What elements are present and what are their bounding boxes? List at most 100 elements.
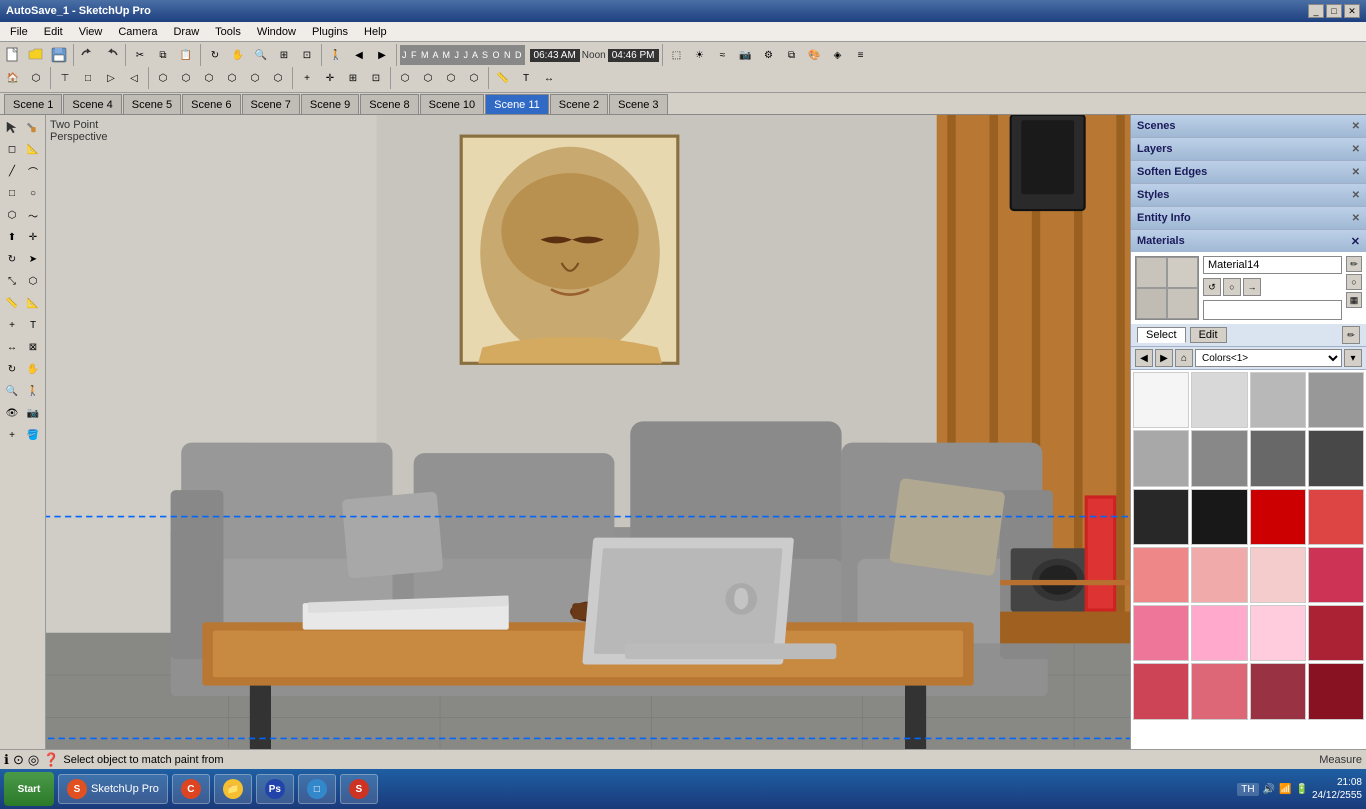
cut-btn[interactable]: ✂ [129, 44, 151, 66]
orbit-tool[interactable]: ↻ [2, 359, 22, 379]
styles-header[interactable]: Styles ✕ [1131, 184, 1366, 206]
components-btn[interactable]: ⧉ [781, 44, 803, 66]
dynamic-btn[interactable]: ⬡ [417, 67, 439, 89]
paint-bucket2[interactable]: 🪣 [23, 425, 43, 445]
tab-scene11[interactable]: Scene 11 [485, 94, 549, 114]
copy-btn[interactable]: ⧉ [152, 44, 174, 66]
pan-tool[interactable]: ✋ [23, 359, 43, 379]
color-swatch[interactable] [1191, 547, 1247, 603]
materials-btn[interactable]: 🎨 [804, 44, 826, 66]
taskbar-photoshop[interactable]: Ps [256, 774, 294, 804]
color-swatch[interactable] [1308, 547, 1364, 603]
color-swatch[interactable] [1250, 430, 1306, 486]
materials-header[interactable]: Materials ✕ [1131, 230, 1366, 252]
color-swatch[interactable] [1250, 547, 1306, 603]
layers-close[interactable]: ✕ [1352, 144, 1360, 155]
taskbar-explorer[interactable]: 📁 [214, 774, 252, 804]
zoom-btn[interactable]: 🔍 [250, 44, 272, 66]
new-btn[interactable] [2, 44, 24, 66]
taskbar-chrome[interactable]: C [172, 774, 210, 804]
guides-btn[interactable]: ✛ [319, 67, 341, 89]
color-swatch[interactable] [1250, 489, 1306, 545]
circle-tool[interactable]: ○ [23, 183, 43, 203]
tab-scene2[interactable]: Scene 2 [550, 94, 608, 114]
look-around[interactable]: 👁 [2, 403, 22, 423]
tab-scene10[interactable]: Scene 10 [420, 94, 484, 114]
undo-btn[interactable] [77, 44, 99, 66]
sandbox-btn[interactable]: ⬡ [394, 67, 416, 89]
axes-btn[interactable]: + [296, 67, 318, 89]
color-swatch[interactable] [1133, 663, 1189, 719]
mat-sphere-view[interactable]: ○ [1346, 274, 1362, 290]
axis-tool[interactable]: + [2, 315, 22, 335]
mat-reload-btn[interactable]: ↺ [1203, 278, 1221, 296]
entity-info-close[interactable]: ✕ [1352, 213, 1360, 224]
tab-scene4[interactable]: Scene 4 [63, 94, 121, 114]
mat-sphere-btn[interactable]: ○ [1223, 278, 1241, 296]
shadow-btn[interactable]: ☀ [689, 44, 711, 66]
front-btn[interactable]: □ [77, 67, 99, 89]
color-swatch[interactable] [1133, 372, 1189, 428]
materials-dropdown[interactable]: Colors<1> [1195, 349, 1342, 367]
text-tool[interactable]: T [23, 315, 43, 335]
tab-scene9[interactable]: Scene 9 [301, 94, 359, 114]
select-tool[interactable] [2, 117, 22, 137]
minimize-btn[interactable]: _ [1308, 4, 1324, 18]
settings-btn[interactable]: ⚙ [758, 44, 780, 66]
paint-tool[interactable] [23, 117, 43, 137]
section-cuts-btn[interactable]: ⊡ [365, 67, 387, 89]
match-photo[interactable]: 📷 [735, 44, 757, 66]
freehand-tool[interactable]: 〜 [23, 205, 43, 225]
color-swatch[interactable] [1308, 430, 1364, 486]
mat-dropper[interactable]: ✏ [1342, 326, 1360, 344]
mat-arrow-btn[interactable]: → [1243, 278, 1261, 296]
menu-draw[interactable]: Draw [165, 24, 207, 40]
wire-btn[interactable]: ⬡ [175, 67, 197, 89]
mat-texture-btn[interactable]: ▦ [1346, 292, 1362, 308]
color-swatch[interactable] [1191, 605, 1247, 661]
position-cam[interactable]: 📷 [23, 403, 43, 423]
tab-scene5[interactable]: Scene 5 [123, 94, 181, 114]
push-pull-tool[interactable]: ⬆ [2, 227, 22, 247]
color-swatch[interactable] [1133, 547, 1189, 603]
next-scene[interactable]: ▶ [371, 44, 393, 66]
scenes-close[interactable]: ✕ [1352, 121, 1360, 132]
color-swatch[interactable] [1308, 605, 1364, 661]
color-swatch[interactable] [1133, 489, 1189, 545]
taskbar-item4[interactable]: □ [298, 774, 336, 804]
walk-tool-btn[interactable]: 🚶 [23, 381, 43, 401]
color-swatch[interactable] [1133, 605, 1189, 661]
top-btn[interactable]: ⊤ [54, 67, 76, 89]
entity-info-header[interactable]: Entity Info ✕ [1131, 207, 1366, 229]
textured-btn[interactable]: ⬡ [244, 67, 266, 89]
offset-tool[interactable]: ⬡ [23, 271, 43, 291]
shaded-btn[interactable]: ⬡ [221, 67, 243, 89]
scale-tool[interactable]: ⤡ [2, 271, 22, 291]
color-swatch[interactable] [1308, 489, 1364, 545]
polygon-tool[interactable]: ⬡ [2, 205, 22, 225]
maximize-btn[interactable]: □ [1326, 4, 1342, 18]
start-button[interactable]: Start [4, 772, 54, 806]
nav-back-btn[interactable]: ◀ [1135, 349, 1153, 367]
edit-btn[interactable]: Edit [1190, 327, 1227, 343]
menu-camera[interactable]: Camera [110, 24, 165, 40]
zoom-fit-btn[interactable]: ⊡ [296, 44, 318, 66]
layers-header[interactable]: Layers ✕ [1131, 138, 1366, 160]
sandbox2-btn[interactable]: ⬡ [440, 67, 462, 89]
nav-more-btn[interactable]: ▾ [1344, 349, 1362, 367]
color-swatch[interactable] [1191, 372, 1247, 428]
rect-tool[interactable]: □ [2, 183, 22, 203]
eraser-tool[interactable]: ◻ [2, 139, 22, 159]
measure-btn[interactable]: 📏 [492, 67, 514, 89]
section-btn[interactable]: ⬚ [666, 44, 688, 66]
prev-scene[interactable]: ◀ [348, 44, 370, 66]
section-planes-btn[interactable]: ⊞ [342, 67, 364, 89]
color-swatch[interactable] [1191, 489, 1247, 545]
tab-scene3[interactable]: Scene 3 [609, 94, 667, 114]
color-swatch[interactable] [1250, 663, 1306, 719]
house-btn[interactable]: 🏠 [2, 67, 24, 89]
dim-tool[interactable]: ↔ [2, 337, 22, 357]
save-btn[interactable] [48, 44, 70, 66]
scene-viewport[interactable] [46, 115, 1130, 749]
menu-view[interactable]: View [71, 24, 111, 40]
